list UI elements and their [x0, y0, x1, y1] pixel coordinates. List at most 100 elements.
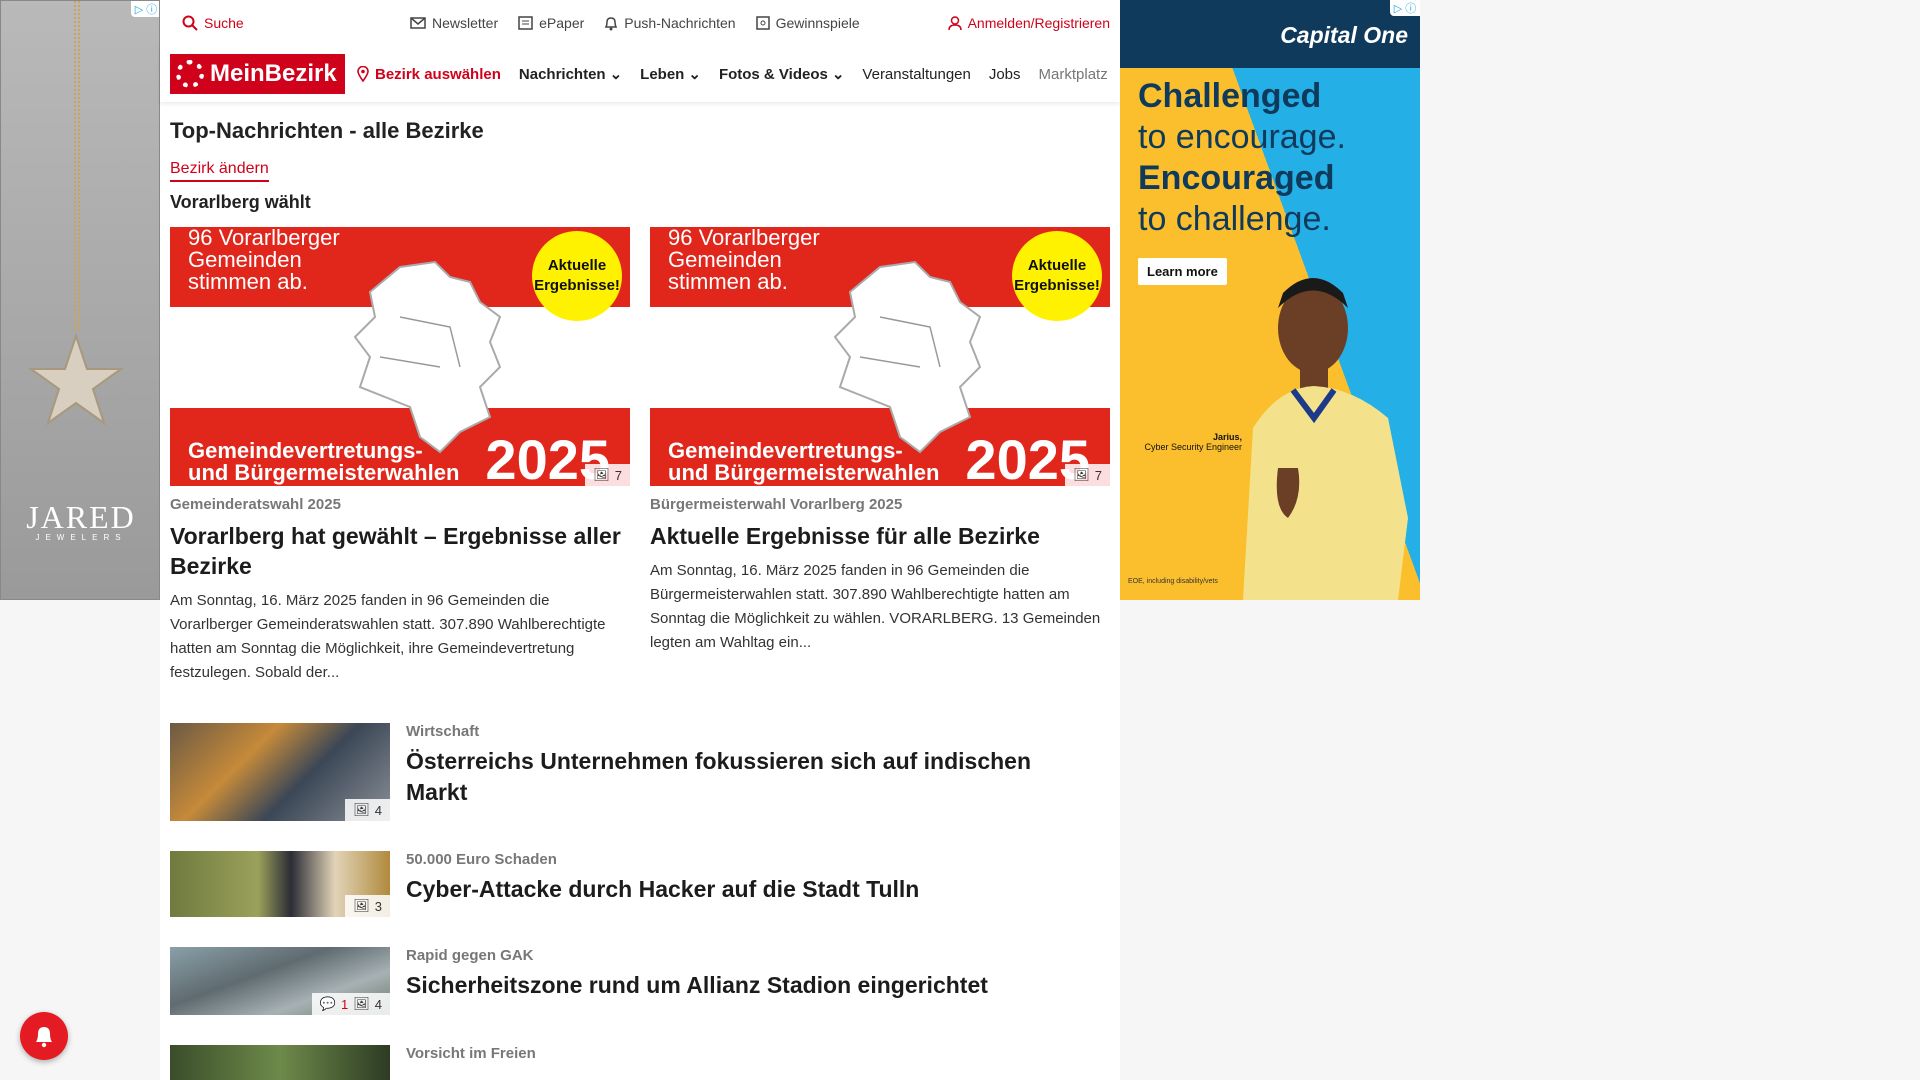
notification-bell-button[interactable] — [20, 1012, 68, 1060]
article-thumbnail[interactable]: 🖼 3 — [170, 851, 390, 917]
caption-role: Cyber Security Engineer — [1144, 442, 1242, 452]
gallery-count: 4 — [374, 802, 382, 818]
article-thumbnail[interactable]: 💬 1 🖼 4 — [170, 947, 390, 1015]
newsletter-label: Newsletter — [432, 15, 499, 31]
learn-more-button[interactable]: Learn more — [1138, 258, 1227, 285]
article-title[interactable]: Sicherheitszone rund um Allianz Stadion … — [406, 970, 988, 1001]
article-thumbnail[interactable]: 🖼 4 — [170, 723, 390, 821]
content-area: Top-Nachrichten - alle Bezirke Bezirk än… — [170, 102, 1120, 1080]
person-photo — [1243, 278, 1408, 600]
badge-line: Aktuelle — [547, 257, 607, 274]
district-select[interactable]: Bezirk auswählen — [357, 66, 501, 83]
article-title[interactable]: Österreichs Unternehmen fokussieren sich… — [406, 746, 1086, 808]
nav-events[interactable]: Veranstaltungen — [862, 66, 970, 83]
gallery-count-badge: 🖼 7 — [585, 464, 630, 486]
bell-icon — [36, 1027, 52, 1048]
ad-caption: Jarius, Cyber Security Engineer — [1132, 432, 1242, 452]
district-label: Bezirk auswählen — [375, 65, 501, 83]
nav-news[interactable]: Nachrichten ⌄ — [518, 65, 623, 84]
location-pin-icon — [357, 66, 369, 82]
adchoices-icon[interactable]: ▷ ⓘ — [1390, 0, 1420, 16]
banner-top-text: 96 Vorarlberger Gemeinden stimmen ab. — [668, 227, 820, 293]
caption-name: Jarius, — [1212, 432, 1242, 442]
search-link[interactable]: Suche — [182, 15, 244, 31]
bell-icon — [605, 16, 618, 30]
nav-life-label: Leben — [640, 65, 685, 83]
nav-events-label: Veranstaltungen — [862, 65, 971, 83]
login-link[interactable]: Anmelden/Registrieren — [947, 15, 1110, 31]
banner-bottom-text: Gemeindevertretungs- und Bürgermeisterwa… — [188, 440, 459, 484]
gallery-count: 4 — [374, 996, 382, 1012]
image-gallery-icon: 🖼 — [353, 898, 370, 913]
banner-line: stimmen ab. — [188, 269, 308, 294]
newsletter-link[interactable]: Newsletter — [410, 15, 498, 31]
badge-line: Ergebnisse! — [534, 277, 620, 294]
nav-jobs[interactable]: Jobs — [989, 66, 1021, 83]
page-title: Top-Nachrichten - alle Bezirke — [170, 118, 484, 143]
change-district-link[interactable]: Bezirk ändern — [170, 160, 269, 182]
article-kicker: Gemeinderatswahl 2025 — [170, 496, 341, 513]
login-label: Anmelden/Registrieren — [967, 15, 1110, 31]
article-title[interactable]: Aktuelle Ergebnisse für alle Bezirke — [650, 521, 1110, 551]
utility-links: Newsletter ePaper Push-Nachrichten Gewin… — [410, 15, 860, 31]
badge-line: Aktuelle — [1027, 257, 1087, 274]
article-title[interactable]: Vorarlberg hat gewählt – Ergebnisse alle… — [170, 521, 630, 581]
featured-card[interactable]: 96 Vorarlberger Gemeinden stimmen ab. Ak… — [650, 227, 1110, 685]
nav-marketplace-label: Marktplatz — [1038, 65, 1108, 83]
starfish-pendant-graphic — [27, 332, 125, 426]
nav-marketplace[interactable]: Marktplatz — [1039, 66, 1108, 83]
epaper-link[interactable]: ePaper — [518, 15, 584, 31]
election-teaser-image[interactable]: 96 Vorarlberger Gemeinden stimmen ab. Ak… — [650, 227, 1110, 486]
article-title[interactable]: Cyber-Attacke durch Hacker auf die Stadt… — [406, 874, 919, 905]
nav-photos-videos[interactable]: Fotos & Videos ⌄ — [718, 65, 844, 84]
gallery-count-badge: 🖼 4 — [345, 799, 390, 821]
featured-articles: 96 Vorarlberger Gemeinden stimmen ab. Ak… — [170, 227, 1120, 685]
search-label: Suche — [204, 15, 244, 31]
search-icon — [182, 15, 198, 31]
list-item[interactable]: 🖼 3 50.000 Euro Schaden Cyber-Attacke dur… — [170, 851, 1120, 917]
site-logo[interactable]: MeinBezirk — [170, 54, 345, 94]
left-advertisement[interactable]: JARED JEWELERS ▷ ⓘ — [0, 0, 160, 600]
article-kicker: 50.000 Euro Schaden — [406, 851, 557, 868]
list-item[interactable]: 🖼 4 Wirtschaft Österreichs Unternehmen fo… — [170, 723, 1120, 821]
results-badge: Aktuelle Ergebnisse! — [532, 231, 622, 321]
article-teaser: Am Sonntag, 16. März 2025 fanden in 96 G… — [170, 592, 606, 681]
ad-fine-print: EOE, including disability/vets — [1128, 578, 1218, 585]
ad-line: Encouraged — [1138, 159, 1335, 197]
election-teaser-image[interactable]: 96 Vorarlberger Gemeinden stimmen ab. Ak… — [170, 227, 630, 486]
chevron-down-icon: ⌄ — [609, 66, 623, 83]
necklace-chain-graphic — [74, 1, 80, 331]
right-advertisement[interactable]: Capital One Challenged to encourage. Enc… — [1120, 0, 1420, 600]
nav-jobs-label: Jobs — [988, 65, 1021, 83]
nav-life[interactable]: Leben ⌄ — [640, 65, 701, 84]
nav-photos-label: Fotos & Videos — [718, 65, 828, 83]
banner-line: Gemeindevertretungs- — [188, 438, 423, 463]
banner-line: Gemeinden — [668, 247, 782, 272]
list-item[interactable]: Vorsicht im Freien — [170, 1045, 1120, 1080]
article-thumbnail[interactable] — [170, 1045, 390, 1080]
nav-news-label: Nachrichten — [518, 65, 606, 83]
image-gallery-icon: 🖼 — [1073, 467, 1090, 482]
gallery-count-badge: 🖼 3 — [345, 895, 390, 917]
list-item[interactable]: 💬 1 🖼 4 Rapid gegen GAK Sicherheitszone ru… — [170, 947, 1120, 1015]
comment-count: 1 — [341, 996, 349, 1012]
main-content: Suche Newsletter ePaper Push-Nachrichten… — [160, 0, 1120, 1080]
banner-line: 96 Vorarlberger — [188, 227, 340, 250]
ad-line: to encourage. — [1138, 118, 1346, 156]
ad-line: to challenge. — [1138, 200, 1331, 238]
image-gallery-icon: 🖼 — [353, 802, 370, 817]
article-kicker: Vorsicht im Freien — [406, 1045, 536, 1062]
push-link[interactable]: Push-Nachrichten — [604, 15, 736, 31]
banner-line: stimmen ab. — [668, 269, 788, 294]
contests-link[interactable]: Gewinnspiele — [755, 15, 860, 31]
gallery-count-badge: 💬 1 🖼 4 — [311, 993, 390, 1015]
banner-line: Gemeindevertretungs- — [668, 438, 903, 463]
ad-line: Challenged — [1138, 77, 1322, 115]
gallery-count: 3 — [374, 898, 382, 914]
gallery-count: 7 — [1094, 467, 1102, 483]
featured-card[interactable]: 96 Vorarlberger Gemeinden stimmen ab. Ak… — [170, 227, 630, 685]
adchoices-icon[interactable]: ▷ ⓘ — [131, 1, 159, 17]
gift-icon — [755, 16, 770, 30]
article-kicker: Rapid gegen GAK — [406, 947, 534, 964]
capital-one-logo: Capital One — [1280, 22, 1408, 48]
